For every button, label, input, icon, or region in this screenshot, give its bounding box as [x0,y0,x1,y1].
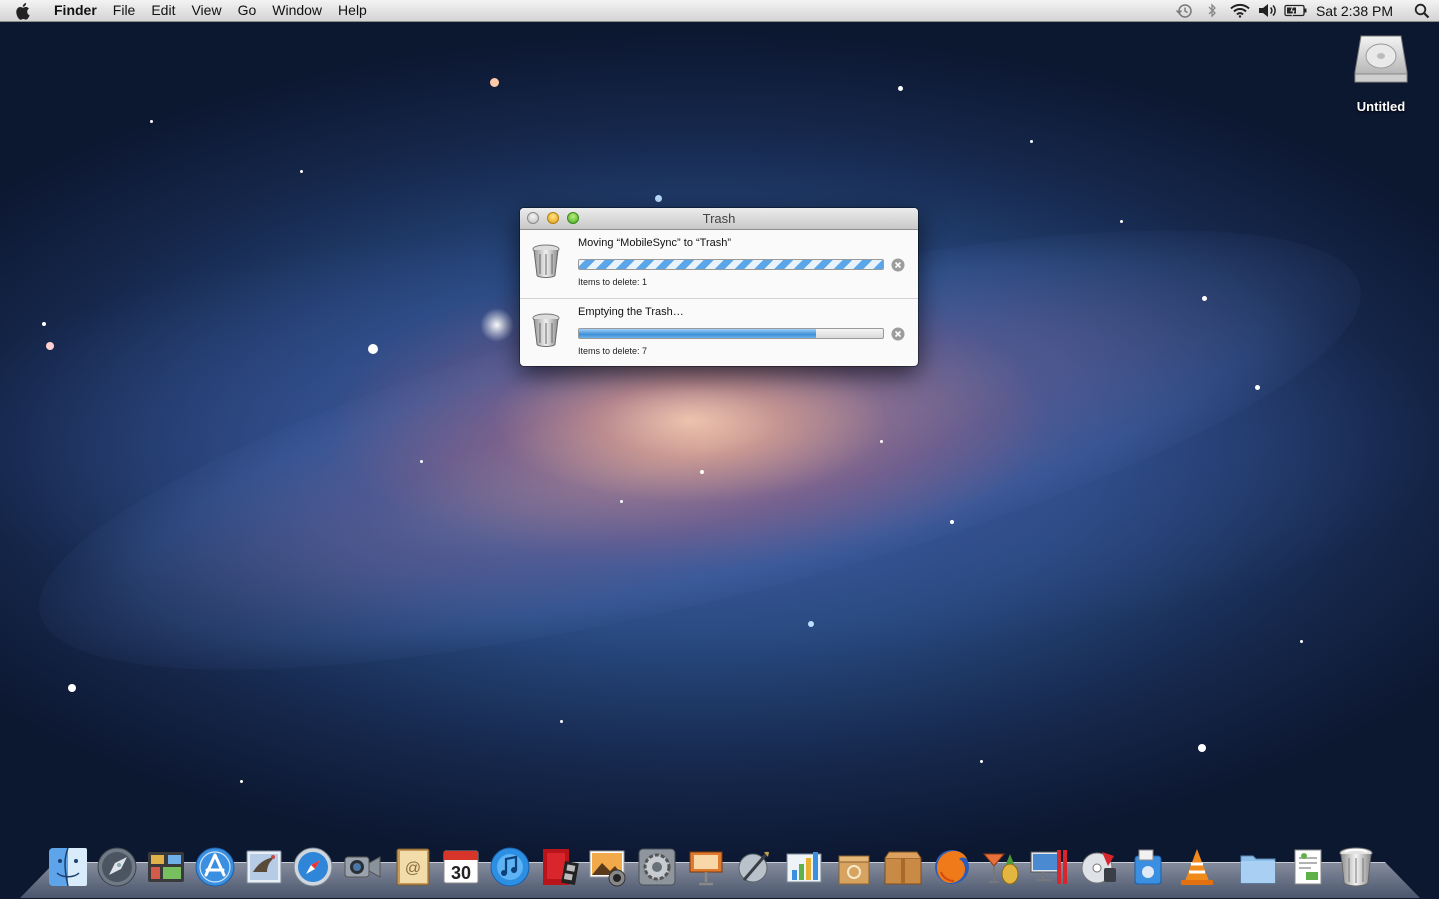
items-to-delete-label: Items to delete: 7 [578,346,648,356]
star [420,460,423,463]
time-machine-icon[interactable] [1170,0,1198,21]
star [490,78,499,87]
star [300,170,303,173]
dock-documents-folder-icon[interactable] [1235,844,1281,890]
progress-bar [578,259,884,270]
desktop-drive-untitled[interactable]: Untitled [1346,30,1416,114]
menu-file[interactable]: File [105,0,144,21]
spotlight-search-icon[interactable] [1405,0,1439,21]
dock-dvd-player-icon[interactable] [1076,844,1122,890]
dock-app-store-icon[interactable] [192,844,238,890]
star [1202,296,1207,301]
trash-can-icon [530,313,562,352]
operation-row: Moving “MobileSync” to “Trash” Items to … [520,230,918,299]
operation-title: Moving “MobileSync” to “Trash” [578,237,732,249]
star [1198,744,1206,752]
dock-mail-icon[interactable] [241,844,287,890]
dock-compress-icon[interactable] [880,844,926,890]
menu-window[interactable]: Window [264,0,330,21]
svg-text:30: 30 [451,863,471,883]
dock-separator [1223,844,1235,890]
bluetooth-icon[interactable] [1198,0,1226,21]
star [480,308,514,342]
items-to-delete-label: Items to delete: 1 [578,277,648,287]
dock-address-book-icon[interactable]: @ [389,844,435,890]
menu-bar: Finder File Edit View Go Window Help Sat… [0,0,1439,22]
star [1255,385,1260,390]
star [68,684,76,692]
menu-edit[interactable]: Edit [143,0,183,21]
star [620,500,623,503]
dock-numbers-icon[interactable] [781,844,827,890]
star [980,760,983,763]
star [1300,640,1303,643]
dock-trash-icon[interactable] [1333,844,1379,890]
dock-launchpad-icon[interactable] [94,844,140,890]
dock-iphoto-icon[interactable] [585,844,631,890]
dock-cocktail-icon[interactable] [978,844,1024,890]
stop-operation-button[interactable] [891,327,905,346]
stop-operation-button[interactable] [891,258,905,277]
dock-keynote-icon[interactable] [683,844,729,890]
dock-script-editor-icon[interactable] [732,844,778,890]
dock-archive-utility-icon[interactable] [831,844,877,890]
dock-parallels-icon[interactable] [1027,844,1073,890]
star [950,520,954,524]
star [655,195,662,202]
dock-itunes-icon[interactable] [487,844,533,890]
svg-text:@: @ [405,860,421,877]
star [808,621,814,627]
menu-clock[interactable]: Sat 2:38 PM [1310,3,1405,19]
dock-vlc-icon[interactable] [1174,844,1220,890]
star [1120,220,1123,223]
operation-row: Emptying the Trash… Items to delete: 7 [520,299,918,366]
dock-firefox-icon[interactable] [929,844,975,890]
dock-system-preferences-icon[interactable] [634,844,680,890]
wifi-icon[interactable] [1226,0,1254,21]
volume-icon[interactable] [1254,0,1282,21]
star [150,120,153,123]
apple-menu-icon[interactable] [16,0,38,21]
window-title-bar[interactable]: Trash [520,208,918,230]
star [240,780,243,783]
dock-photo-booth-icon[interactable] [536,844,582,890]
dock-downloads-stack-icon[interactable] [1284,844,1330,890]
dock-mission-control-icon[interactable] [143,844,189,890]
star [700,470,704,474]
star [560,720,563,723]
menu-view[interactable]: View [183,0,229,21]
dock: @ 30 [45,836,1383,890]
battery-icon[interactable] [1282,0,1310,21]
trash-can-icon [530,244,562,283]
trash-progress-window: Trash Moving “MobileSync” to “Trash” Ite… [520,208,918,366]
progress-bar [578,328,884,339]
star [42,322,46,326]
dock-facetime-icon[interactable] [340,844,386,890]
operation-title: Emptying the Trash… [578,306,684,318]
drive-label: Untitled [1356,99,1406,114]
dock-finder-icon[interactable] [45,844,91,890]
window-title: Trash [702,211,736,226]
dock-safari-icon[interactable] [290,844,336,890]
dock-application-icon[interactable] [1125,844,1171,890]
menu-app-finder[interactable]: Finder [46,0,105,21]
star [368,344,378,354]
menu-help[interactable]: Help [330,0,375,21]
menu-go[interactable]: Go [230,0,265,21]
star [46,342,54,350]
hard-drive-icon [1346,30,1416,95]
star [898,86,903,91]
dock-ical-icon[interactable]: 30 [438,844,484,890]
star [1030,140,1033,143]
star [880,440,883,443]
